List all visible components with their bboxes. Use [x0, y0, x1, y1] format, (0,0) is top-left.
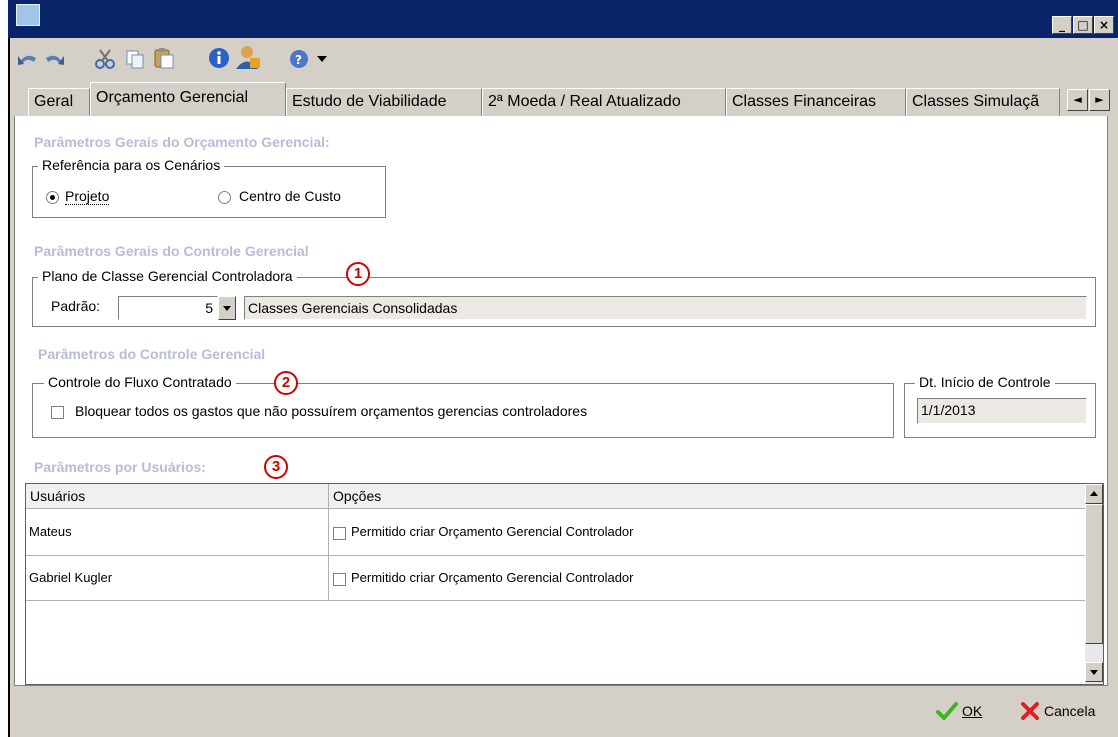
- annotation-badge-3: 3: [264, 455, 288, 479]
- user-icon[interactable]: [234, 44, 262, 70]
- group-label-plano-classe: Plano de Classe Gerencial Controladora: [38, 268, 297, 284]
- chevron-down-icon: [1090, 670, 1098, 675]
- annotation-badge-1: 1: [346, 262, 370, 286]
- svg-text:?: ?: [295, 53, 302, 67]
- close-x-icon: [1021, 702, 1039, 720]
- cell-option-label[interactable]: Permitido criar Orçamento Gerencial Cont…: [348, 558, 634, 598]
- tab-classes-simulacao[interactable]: Classes Simulaçã: [906, 88, 1060, 116]
- cancel-label: Cancela: [1044, 703, 1096, 719]
- scroll-up-button[interactable]: [1085, 484, 1103, 504]
- vertical-scrollbar[interactable]: [1085, 484, 1103, 684]
- column-header-opcoes[interactable]: Opções: [329, 484, 1085, 509]
- copy-icon[interactable]: [124, 48, 146, 70]
- cell-user: Mateus: [29, 524, 72, 539]
- info-icon[interactable]: [208, 47, 230, 69]
- section-title-controle-gerencial: Parâmetros Gerais do Controle Gerencial: [34, 243, 309, 259]
- ok-label: OK: [962, 703, 983, 719]
- padrao-dropdown-button[interactable]: [218, 296, 236, 320]
- cell-option-label[interactable]: Permitido criar Orçamento Gerencial Cont…: [348, 512, 634, 552]
- table-row[interactable]: Mateus Permitido criar Orçamento Gerenci…: [26, 510, 1085, 555]
- column-header-usuarios[interactable]: Usuários: [26, 484, 328, 509]
- tab-classes-financeiras[interactable]: Classes Financeiras: [726, 88, 906, 116]
- section-title-usuarios: Parâmetros por Usuários:: [34, 459, 206, 475]
- annotation-badge-2: 2: [274, 371, 298, 395]
- dt-inicio-field: 1/1/2013: [917, 398, 1087, 424]
- tab-geral[interactable]: Geral: [28, 88, 90, 116]
- padrao-label: Padrão:: [51, 298, 101, 314]
- checkmark-icon: [936, 702, 958, 720]
- section-title-orcamento: Parâmetros Gerais do Orçamento Gerencial…: [34, 134, 330, 150]
- close-button[interactable]: ×: [1094, 16, 1114, 34]
- redo-icon[interactable]: [44, 50, 66, 68]
- tab-scroll-left-button[interactable]: ◄: [1067, 89, 1088, 111]
- row-divider: [26, 600, 1085, 601]
- chevron-up-icon: [1090, 491, 1098, 496]
- toolbar: [10, 38, 1118, 80]
- radio-projeto[interactable]: [46, 191, 59, 204]
- padrao-description-field: Classes Gerenciais Consolidadas: [244, 296, 1087, 320]
- cut-icon[interactable]: [94, 48, 116, 70]
- group-label-controle-fluxo: Controle do Fluxo Contratado: [44, 374, 236, 390]
- tab-scroll-right-button[interactable]: ►: [1089, 89, 1110, 111]
- dropdown-arrow-icon[interactable]: [316, 54, 328, 64]
- group-label-referencia: Referência para os Cenários: [38, 157, 225, 173]
- padrao-code-field[interactable]: 5: [118, 296, 218, 320]
- tab-orcamento-gerencial[interactable]: Orçamento Gerencial: [90, 82, 286, 116]
- checkbox-bloquear-gastos[interactable]: [51, 406, 64, 419]
- cell-user: Gabriel Kugler: [29, 570, 113, 585]
- radio-label-centro-de-custo[interactable]: Centro de Custo: [239, 188, 341, 204]
- cancel-button[interactable]: Cancela: [1020, 697, 1110, 725]
- section-title-parametros-controle: Parâmetros do Controle Gerencial: [38, 346, 266, 362]
- table-row[interactable]: Gabriel Kugler Permitido criar Orçamento…: [26, 556, 1085, 600]
- chevron-down-icon: [223, 306, 231, 311]
- radio-centro-de-custo[interactable]: [218, 191, 231, 204]
- undo-icon[interactable]: [16, 50, 38, 68]
- ok-button[interactable]: OK: [936, 697, 992, 725]
- row-checkbox-permitido[interactable]: [333, 573, 346, 586]
- row-checkbox-permitido[interactable]: [333, 527, 346, 540]
- minimize-button[interactable]: _: [1052, 16, 1072, 34]
- tab-2a-moeda[interactable]: 2ª Moeda / Real Atualizado: [482, 88, 726, 116]
- radio-label-projeto[interactable]: Projeto: [65, 188, 110, 205]
- paste-icon[interactable]: [152, 46, 176, 70]
- maximize-button[interactable]: □: [1073, 16, 1093, 34]
- app-icon: [16, 4, 40, 26]
- group-label-dt-inicio: Dt. Início de Controle: [915, 374, 1055, 390]
- checkbox-label-bloquear-gastos[interactable]: Bloquear todos os gastos que não possuír…: [75, 403, 587, 419]
- help-icon[interactable]: ?: [288, 48, 310, 70]
- scroll-down-button[interactable]: [1085, 662, 1103, 682]
- tab-estudo-de-viabilidade[interactable]: Estudo de Viabilidade: [286, 88, 482, 116]
- title-bar: [8, 0, 1118, 38]
- scroll-thumb[interactable]: [1085, 504, 1103, 644]
